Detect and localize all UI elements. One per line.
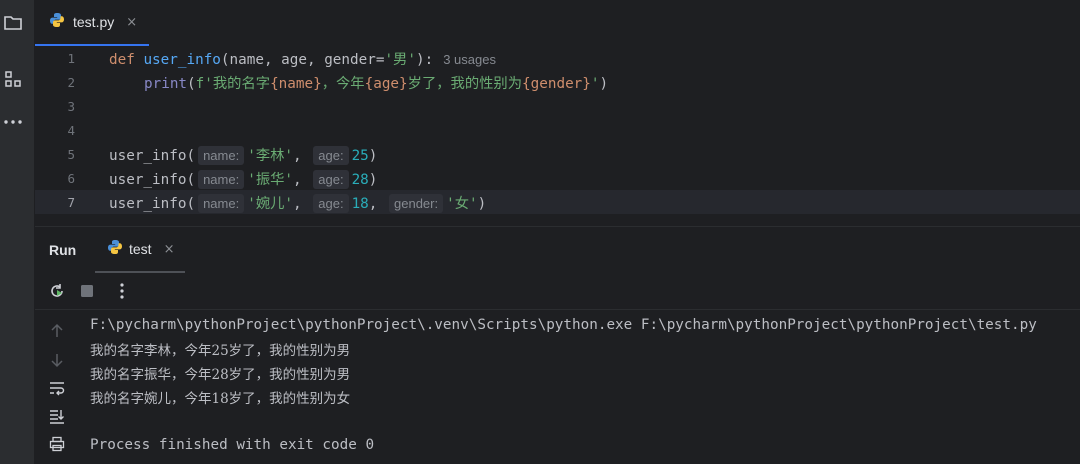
string-literal: '女' — [446, 195, 478, 212]
tab-run-test[interactable]: test × — [95, 227, 185, 273]
console-side-toolbar — [35, 309, 79, 464]
scroll-to-end-icon[interactable] — [47, 406, 67, 426]
soft-wrap-icon[interactable] — [47, 378, 67, 398]
console-output-line: 我的名字李林，今年25岁了，我的性别为男 — [90, 343, 351, 359]
string-literal: f' — [195, 75, 213, 92]
editor-tab-bar: test.py × — [35, 0, 1080, 47]
code-line: 6 user_info(name: '振华', age: 28) — [35, 166, 1080, 190]
param-hint: gender: — [389, 193, 444, 213]
stop-icon[interactable] — [77, 281, 97, 301]
run-tool-window: Run test × F:\pycharm\pythonProject\pyth… — [35, 226, 1080, 464]
run-title: Run — [49, 242, 77, 258]
close-icon[interactable]: × — [164, 242, 175, 257]
rerun-icon[interactable] — [47, 281, 67, 301]
code-editor[interactable]: 1 def user_info(name, age, gender='男'): 3… — [35, 46, 1080, 226]
run-tab-label: test — [129, 241, 152, 257]
code-line-current: 7 user_info(name: '婉儿', age: 18, gender: '女… — [35, 190, 1080, 214]
more-vertical-icon[interactable] — [112, 281, 132, 301]
punctuation: ) — [477, 195, 487, 212]
punctuation: ( — [187, 75, 196, 92]
line-number: 1 — [67, 50, 75, 66]
line-number: 2 — [67, 74, 75, 90]
number-literal: 25 — [351, 147, 369, 164]
folder-icon[interactable] — [2, 12, 24, 34]
param-hint: name: — [198, 193, 245, 213]
string-literal: ，今年 — [321, 75, 365, 92]
function-call: user_info( — [109, 171, 196, 188]
code-line: 4 — [35, 118, 1080, 142]
tab-test-py[interactable]: test.py × — [35, 0, 149, 46]
fstring-expression: {age} — [364, 75, 408, 92]
param-hint: age: — [313, 145, 349, 165]
line-number: 3 — [67, 98, 75, 114]
code-line: 1 def user_info(name, age, gender='男'): 3… — [35, 46, 1080, 70]
param-hint: age: — [313, 169, 349, 189]
code-line: 2 print(f'我的名字{name}，今年{age}岁了，我的性别为{gen… — [35, 70, 1080, 94]
builtin-function: print — [144, 75, 188, 92]
number-literal: 28 — [351, 171, 369, 188]
number-literal: 18 — [351, 195, 369, 212]
code-line: 3 — [35, 94, 1080, 118]
code-line: 5 user_info(name: '李林', age: 25) — [35, 142, 1080, 166]
string-literal: ' — [590, 75, 600, 92]
tab-filename: test.py — [73, 14, 115, 30]
usages-hint[interactable]: 3 usages — [443, 52, 496, 67]
punctuation: ): — [415, 51, 434, 68]
string-literal: '男' — [384, 51, 416, 68]
close-icon[interactable]: × — [126, 15, 137, 30]
line-number: 5 — [67, 146, 75, 162]
scroll-up-icon[interactable] — [47, 321, 67, 341]
string-literal: 我的名字 — [212, 75, 271, 92]
tool-window-strip — [0, 0, 35, 464]
function-call: user_info( — [109, 147, 196, 164]
string-literal: '婉儿' — [247, 195, 294, 212]
param-hint: name: — [198, 145, 245, 165]
line-number: 6 — [67, 170, 75, 186]
print-icon[interactable] — [47, 434, 67, 454]
console-output-line: 我的名字振华，今年28岁了，我的性别为男 — [90, 367, 351, 383]
function-name: user_info — [143, 51, 221, 68]
console-output-line: 我的名字婉儿，今年18岁了，我的性别为女 — [90, 391, 351, 407]
string-literal: '振华' — [247, 171, 294, 188]
string-literal: '李林' — [247, 147, 294, 164]
python-file-icon — [49, 12, 65, 32]
run-header: Run test × — [35, 227, 1080, 273]
punctuation: ) — [368, 171, 378, 188]
punctuation: , — [293, 147, 302, 164]
console-exit-line: Process finished with exit code 0 — [90, 437, 375, 453]
keyword: def — [109, 51, 135, 68]
main-area: test.py × 1 def user_info(name, age, gen… — [35, 0, 1080, 464]
string-literal: 岁了，我的性别为 — [407, 75, 523, 92]
parameters: (name, age, gender= — [220, 51, 385, 68]
more-icon[interactable] — [2, 111, 24, 133]
punctuation: , — [368, 195, 378, 212]
line-number: 4 — [67, 122, 75, 138]
fstring-expression: {name} — [270, 75, 322, 92]
punctuation: , — [293, 171, 302, 188]
line-number: 7 — [67, 194, 75, 210]
structure-icon[interactable] — [2, 68, 24, 90]
punctuation: ) — [368, 147, 378, 164]
scroll-down-icon[interactable] — [47, 350, 67, 370]
console-output[interactable]: F:\pycharm\pythonProject\pythonProject\.… — [90, 309, 1080, 464]
punctuation: , — [293, 195, 302, 212]
function-call: user_info( — [109, 195, 196, 212]
punctuation: ) — [599, 75, 609, 92]
param-hint: age: — [313, 193, 349, 213]
console-command-line: F:\pycharm\pythonProject\pythonProject\.… — [90, 317, 1037, 333]
param-hint: name: — [198, 169, 245, 189]
python-file-icon — [107, 239, 123, 259]
run-toolbar — [35, 273, 1080, 310]
fstring-expression: {gender} — [522, 75, 591, 92]
